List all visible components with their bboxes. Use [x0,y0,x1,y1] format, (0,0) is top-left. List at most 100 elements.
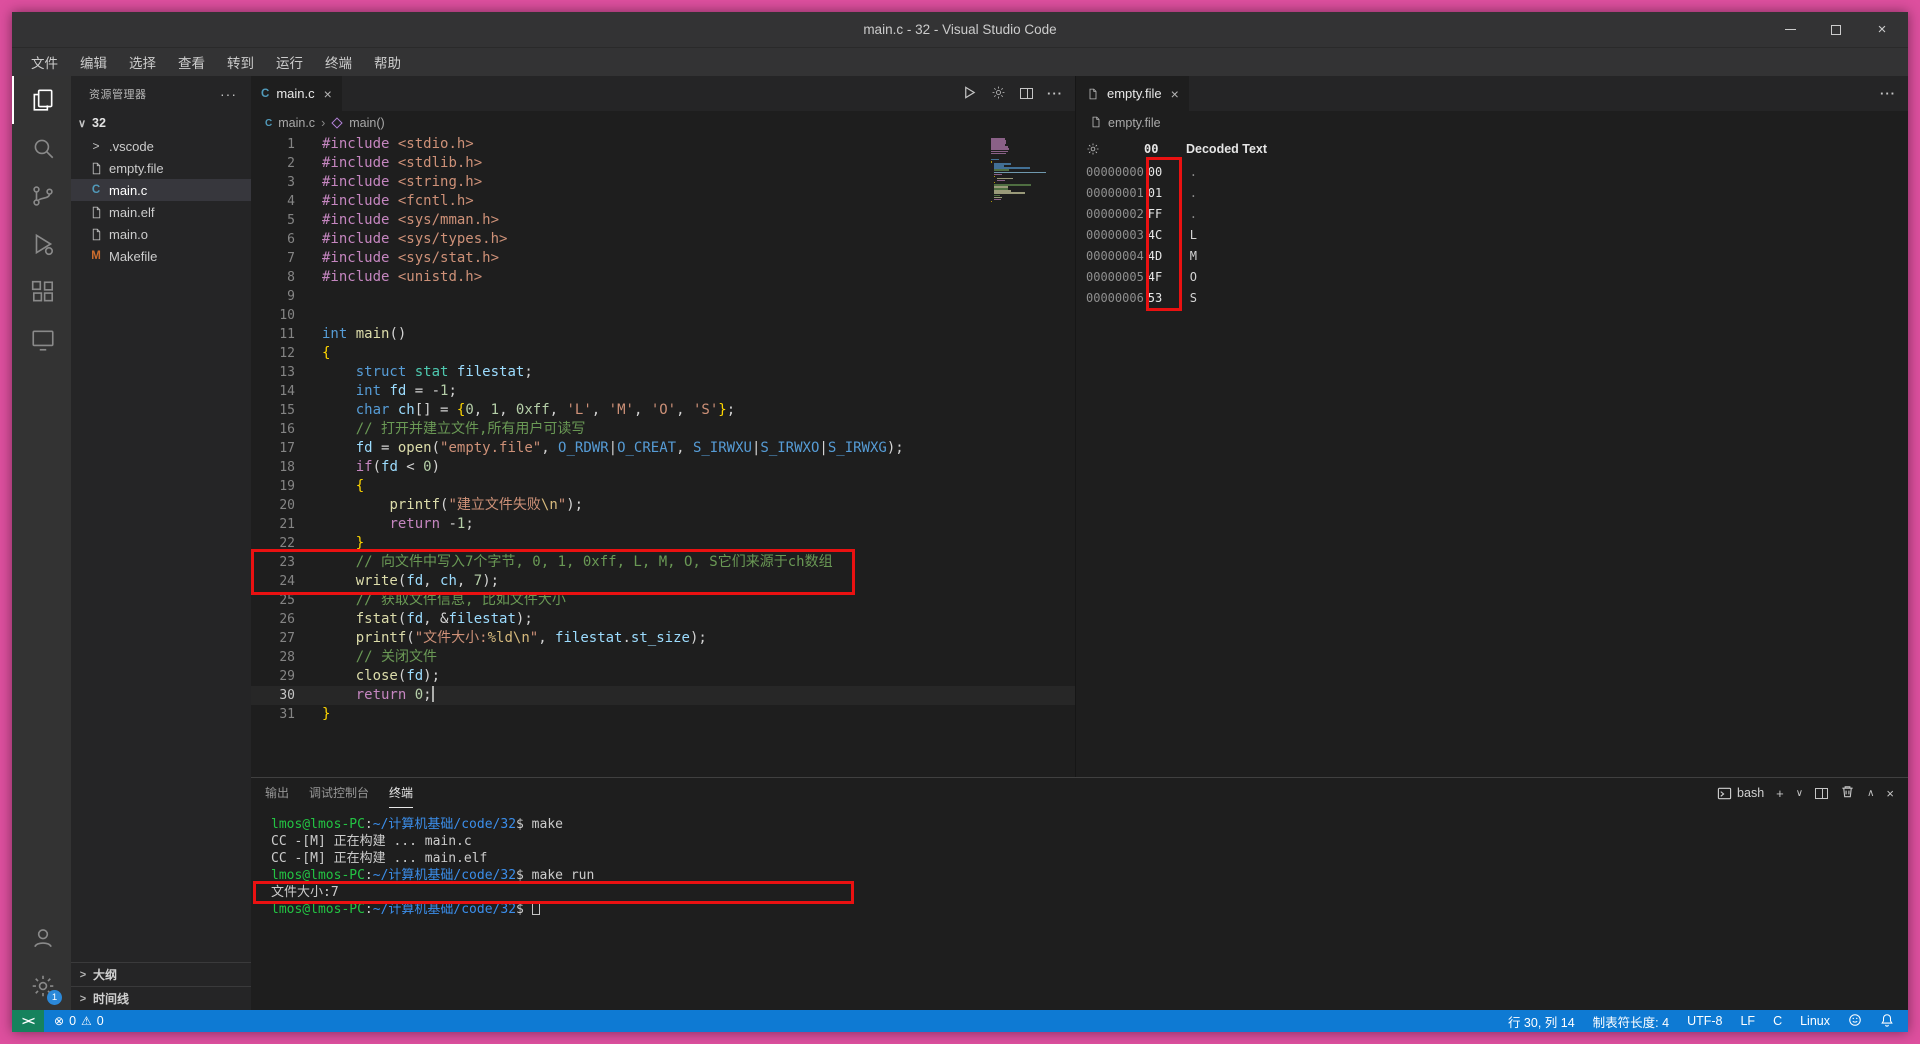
code-line: 27 printf("文件大小:%ld\n", filestat.st_size… [251,629,1075,648]
search-icon[interactable] [12,124,71,172]
run-code-icon[interactable] [962,85,977,103]
tab-label: main.c [276,86,314,101]
file-tree-item[interactable]: MMakefile [71,245,251,267]
hex-row[interactable]: 0000000000. [1076,161,1908,182]
hex-row[interactable]: 0000000653S [1076,287,1908,308]
trash-icon[interactable] [1840,784,1855,802]
chevron-down-icon[interactable]: ∨ [1796,788,1803,799]
code-token [389,231,397,247]
close-tab-icon[interactable]: × [324,86,332,102]
hex-editor[interactable]: 00 Decoded Text 0000000000.0000000101.00… [1076,135,1908,777]
split-editor-icon[interactable] [1020,88,1033,99]
folder-section-header[interactable]: ∨ 32 [71,111,251,135]
close-tab-icon[interactable]: × [1171,86,1179,102]
code-token: | [819,440,827,456]
source-control-icon[interactable] [12,172,71,220]
activity-bar: 1 [12,76,71,1010]
feedback-icon[interactable] [1848,1013,1862,1030]
extensions-icon[interactable] [12,268,71,316]
line-number: 5 [251,211,295,230]
hex-address: 00000000 [1076,165,1144,179]
code-text: struct stat filestat; [295,363,533,382]
sidebar-bottom-sections: > 大纲 > 时间线 [71,962,251,1010]
menu-item[interactable]: 运行 [265,48,314,76]
timeline-section[interactable]: > 时间线 [71,986,251,1010]
file-tree-item[interactable]: Cmain.c [71,179,251,201]
breadcrumb-symbol[interactable]: main() [349,116,384,130]
close-panel-icon[interactable]: × [1886,786,1894,801]
maximize-icon[interactable] [1828,22,1844,38]
bell-icon[interactable] [1880,1013,1894,1030]
menu-item[interactable]: 转到 [216,48,265,76]
hex-row[interactable]: 000000044DM [1076,245,1908,266]
panel-tab[interactable]: 终端 [389,778,413,808]
breadcrumb-file[interactable]: main.c [278,116,315,130]
minimap[interactable] [991,138,1063,203]
status-item[interactable]: UTF-8 [1687,1014,1722,1028]
folder-name: 32 [92,116,106,130]
hex-row[interactable]: 00000002FF. [1076,203,1908,224]
maximize-panel-icon[interactable]: ∧ [1867,788,1874,799]
close-icon[interactable]: × [1874,22,1890,38]
remote-indicator[interactable]: >< [12,1010,44,1032]
hex-row[interactable]: 000000054FO [1076,266,1908,287]
hex-decoded: O [1178,270,1197,284]
gear-icon[interactable] [991,85,1006,103]
panel-tab[interactable]: 输出 [265,778,289,808]
code-token: , [457,573,474,589]
code-line: 2#include <stdlib.h> [251,154,1075,173]
problems-indicator[interactable]: ⊗ 0 ⚠ 0 [54,1014,104,1028]
remote-explorer-icon[interactable] [12,316,71,364]
file-icon: C [89,184,103,196]
code-token [322,497,389,513]
terminal-picker[interactable]: bash [1717,786,1764,801]
hex-byte: 4C [1144,228,1178,242]
more-actions-icon[interactable]: ··· [1047,86,1063,101]
split-terminal-icon[interactable] [1815,788,1828,799]
tab-bar: C main.c × ··· [251,76,1075,111]
panel-tab[interactable]: 调试控制台 [309,778,369,808]
status-item[interactable]: C [1773,1014,1782,1028]
explorer-icon[interactable] [12,76,71,124]
status-item[interactable]: Linux [1800,1014,1830,1028]
hex-row[interactable]: 0000000101. [1076,182,1908,203]
menu-item[interactable]: 终端 [314,48,363,76]
line-number: 7 [251,249,295,268]
file-tree-item[interactable]: empty.file [71,157,251,179]
gear-icon[interactable] [1076,142,1140,156]
status-item[interactable]: LF [1740,1014,1755,1028]
file-tree-item[interactable]: main.elf [71,201,251,223]
run-debug-icon[interactable] [12,220,71,268]
menu-item[interactable]: 文件 [20,48,69,76]
terminal-line: CC -[M] 正在构建 ... main.c [271,833,1908,850]
minimize-icon[interactable] [1782,22,1798,38]
breadcrumb-file[interactable]: empty.file [1108,116,1161,130]
code-text: int fd = -1; [295,382,457,401]
code-token: st_size [631,630,690,646]
more-actions-icon[interactable]: ··· [1880,86,1896,101]
code-token: 'M' [609,402,634,418]
code-token: = [373,440,398,456]
new-terminal-icon[interactable]: + [1776,786,1784,801]
account-icon[interactable] [12,914,71,962]
tab-main-c[interactable]: C main.c × [251,76,343,111]
status-item[interactable]: 制表符长度: 4 [1593,1012,1669,1031]
terminal[interactable]: lmos@lmos-PC:~/计算机基础/code/32$ makeCC -[M… [251,808,1908,1010]
menu-item[interactable]: 编辑 [69,48,118,76]
outline-section[interactable]: > 大纲 [71,962,251,986]
menu-item[interactable]: 帮助 [363,48,412,76]
code-token: return [356,687,407,703]
file-tree-item[interactable]: >.vscode [71,135,251,157]
menu-item[interactable]: 查看 [167,48,216,76]
settings-icon[interactable]: 1 [12,962,71,1010]
code-token: if [356,459,373,475]
tab-empty-file[interactable]: empty.file × [1076,76,1190,111]
file-tree-item[interactable]: main.o [71,223,251,245]
status-item[interactable]: 行 30, 列 14 [1508,1012,1575,1031]
menu-item[interactable]: 选择 [118,48,167,76]
breadcrumb[interactable]: empty.file [1076,111,1908,135]
more-actions-icon[interactable]: ··· [220,86,237,102]
code-editor[interactable]: 1#include <stdio.h>2#include <stdlib.h>3… [251,135,1075,777]
hex-row[interactable]: 000000034CL [1076,224,1908,245]
breadcrumb[interactable]: C main.c › main() [251,111,1075,135]
